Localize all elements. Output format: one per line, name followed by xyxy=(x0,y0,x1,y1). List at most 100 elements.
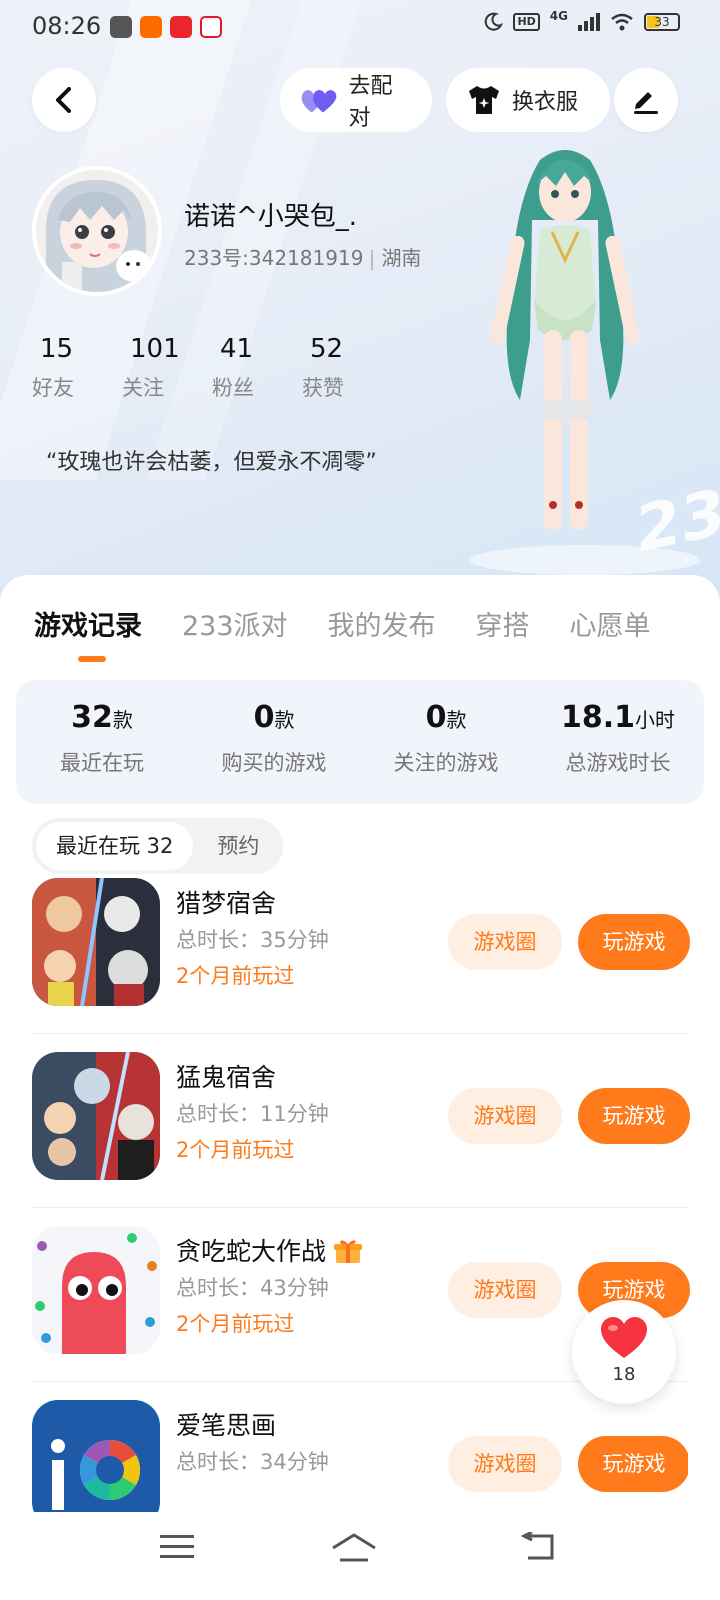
user-id-line: 233号:342181919 湖南 xyxy=(184,242,421,271)
stat-label: 获赞 xyxy=(302,376,344,400)
back-nav-icon[interactable] xyxy=(520,1532,556,1562)
stat-label: 关注 xyxy=(122,376,164,400)
avatar-character[interactable] xyxy=(480,140,650,560)
status-bar: 08:26 HD 4G 33 xyxy=(0,0,720,56)
home-icon[interactable] xyxy=(330,1532,378,1564)
game-duration: 总时长：35分钟 xyxy=(176,928,329,952)
game-name-text: 贪吃蛇大作战 xyxy=(176,1237,327,1266)
stat-value: 101 xyxy=(130,334,180,364)
tshirt-icon xyxy=(469,86,499,114)
user-id[interactable]: 233号:342181919 xyxy=(184,246,363,270)
summary-purchased[interactable]: 0款 购买的游戏 xyxy=(188,680,360,804)
summary-label: 总游戏时长 xyxy=(565,751,671,775)
profile-tabs: 游戏记录 233派对 我的发布 穿搭 心愿单 xyxy=(34,604,651,643)
moon-icon xyxy=(485,12,504,31)
heart-icon xyxy=(601,1317,647,1358)
tab-my-posts[interactable]: 我的发布 xyxy=(328,604,436,643)
stat-value: 52 xyxy=(310,334,344,364)
notification-app-icon xyxy=(110,16,132,38)
game-icon xyxy=(32,1226,160,1354)
summary-total-time[interactable]: 18.1小时 总游戏时长 xyxy=(532,680,704,804)
system-indicators: HD 4G 33 xyxy=(483,9,680,32)
avatar[interactable] xyxy=(32,166,162,296)
like-count: 18 xyxy=(612,1364,636,1385)
game-last-played: 2个月前玩过 xyxy=(176,964,295,988)
tab-outfits[interactable]: 穿搭 xyxy=(476,604,530,643)
stat-label: 粉丝 xyxy=(212,376,254,400)
menu-icon[interactable] xyxy=(160,1532,194,1562)
wifi-icon xyxy=(611,13,633,31)
gift-icon xyxy=(334,1240,363,1263)
game-last-played: 2个月前玩过 xyxy=(176,1138,295,1162)
double-heart-icon xyxy=(301,90,337,113)
tab-wishlist[interactable]: 心愿单 xyxy=(570,604,651,643)
list-item[interactable]: 猎梦宿舍 总时长：35分钟 2个月前玩过 游戏圈 玩游戏 xyxy=(32,858,690,1034)
summary-label: 关注的游戏 xyxy=(393,751,499,775)
signal-icon xyxy=(578,13,600,31)
tab-233-party[interactable]: 233派对 xyxy=(182,604,288,643)
avatar-image xyxy=(36,170,158,292)
stat-value: 41 xyxy=(220,334,254,364)
stat-following[interactable]: 101 关注 xyxy=(122,334,212,402)
battery-icon: 33 xyxy=(644,13,680,31)
pair-button-label: 去配对 xyxy=(348,74,393,131)
weibo-icon xyxy=(200,16,222,38)
username: 诺诺^小哭包_. xyxy=(184,202,358,232)
game-duration: 总时长：11分钟 xyxy=(176,1102,329,1126)
list-item[interactable]: 爱笔思画 总时长：34分钟 游戏圈 玩游戏 xyxy=(32,1380,688,1512)
battery-level: 33 xyxy=(654,15,670,29)
game-name: 猎梦宿舍 xyxy=(176,889,277,918)
game-icon xyxy=(32,1052,160,1180)
list-item[interactable]: 猛鬼宿舍 总时长：11分钟 2个月前玩过 游戏圈 玩游戏 xyxy=(32,1032,690,1208)
summary-value: 18.1 xyxy=(560,700,636,735)
play-game-button[interactable]: 玩游戏 xyxy=(578,1436,688,1492)
change-outfit-label: 换衣服 xyxy=(512,90,579,115)
chevron-left-icon xyxy=(56,87,71,113)
profile-stats: 15 好友 101 关注 41 粉丝 52 获赞 xyxy=(32,334,392,402)
game-circle-button[interactable]: 游戏圈 xyxy=(448,914,562,970)
stat-followers[interactable]: 41 粉丝 xyxy=(212,334,302,402)
tab-game-records[interactable]: 游戏记录 xyxy=(34,604,142,643)
user-location: 湖南 xyxy=(381,246,422,270)
game-icon xyxy=(32,878,160,1006)
summary-recent[interactable]: 32款 最近在玩 xyxy=(16,680,188,804)
summary-followed[interactable]: 0款 关注的游戏 xyxy=(360,680,532,804)
change-outfit-button[interactable]: 换衣服 xyxy=(446,68,610,132)
game-circle-button[interactable]: 游戏圈 xyxy=(448,1088,562,1144)
stat-label: 好友 xyxy=(32,376,74,400)
game-icon xyxy=(32,1400,160,1512)
game-name: 爱笔思画 xyxy=(176,1411,277,1440)
summary-unit: 款 xyxy=(274,708,295,732)
play-game-button[interactable]: 玩游戏 xyxy=(578,1088,690,1144)
stat-likes[interactable]: 52 获赞 xyxy=(302,334,392,402)
game-name: 贪吃蛇大作战 xyxy=(176,1232,363,1268)
game-duration: 总时长：43分钟 xyxy=(176,1276,329,1300)
summary-unit: 款 xyxy=(112,708,133,732)
floating-like-button[interactable]: 18 xyxy=(572,1300,676,1404)
pair-button[interactable]: 去配对 xyxy=(280,68,432,132)
game-name: 猛鬼宿舍 xyxy=(176,1063,277,1092)
summary-unit: 小时 xyxy=(635,708,676,732)
edit-profile-button[interactable] xyxy=(614,68,678,132)
back-button[interactable] xyxy=(32,68,96,132)
summary-value: 0 xyxy=(253,700,275,735)
notification-app-icon xyxy=(170,16,192,38)
notification-app-icon xyxy=(140,16,162,38)
game-circle-button[interactable]: 游戏圈 xyxy=(448,1262,562,1318)
play-game-button[interactable]: 玩游戏 xyxy=(578,914,690,970)
notification-icons xyxy=(110,16,222,38)
active-tab-indicator xyxy=(78,656,106,662)
stat-friends[interactable]: 15 好友 xyxy=(32,334,122,402)
summary-label: 最近在玩 xyxy=(60,751,144,775)
summary-unit: 款 xyxy=(446,708,467,732)
game-circle-button[interactable]: 游戏圈 xyxy=(448,1436,562,1492)
summary-value: 0 xyxy=(425,700,447,735)
game-summary: 32款 最近在玩 0款 购买的游戏 0款 关注的游戏 18.1小时 总游戏时长 xyxy=(16,680,704,804)
summary-label: 购买的游戏 xyxy=(221,751,327,775)
divider xyxy=(371,249,374,270)
clock: 08:26 xyxy=(32,12,102,40)
game-duration: 总时长：34分钟 xyxy=(176,1450,329,1474)
pencil-icon xyxy=(634,92,658,114)
hd-badge: HD xyxy=(513,13,540,31)
summary-value: 32 xyxy=(71,700,113,735)
